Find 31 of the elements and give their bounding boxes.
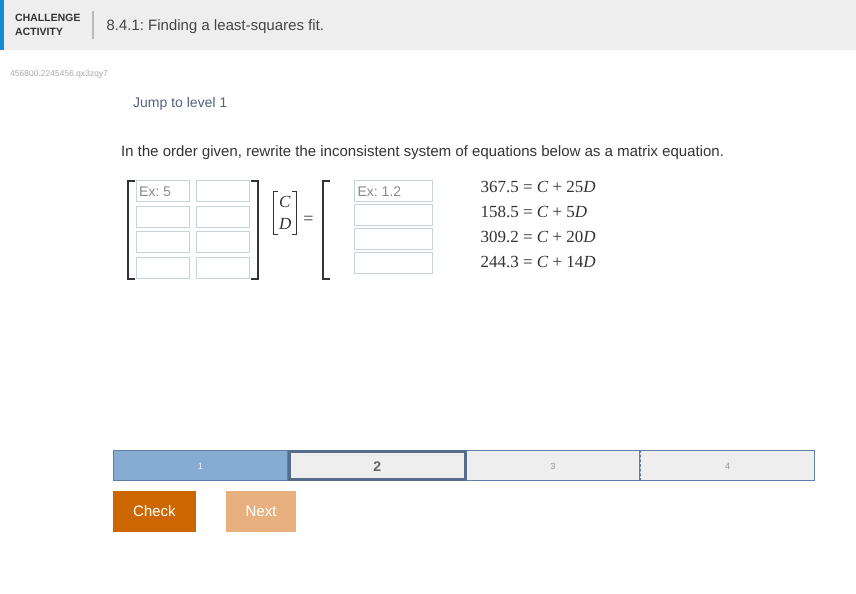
jump-to-level-link[interactable]: Jump to level 1 xyxy=(133,94,228,110)
vector-entry-field[interactable] xyxy=(354,204,434,226)
matrix-entry-field[interactable] xyxy=(136,206,190,228)
right-bracket xyxy=(292,191,298,235)
matrix-entry-field[interactable] xyxy=(136,256,190,278)
level-segment[interactable]: 1 xyxy=(113,450,288,481)
check-button[interactable]: Check xyxy=(113,491,196,532)
equation: 309.2 = C + 20D xyxy=(480,226,596,248)
instructions-text: In the order given, rewrite the inconsistent system of equations below as a matrix equation. xyxy=(121,143,725,160)
level-segment[interactable]: 2 xyxy=(288,450,466,481)
unknown-variable: C xyxy=(279,191,292,213)
matrix-entry-field[interactable] xyxy=(196,256,250,278)
equation: 367.5 = C + 25D xyxy=(480,176,596,198)
matrix-entry-field[interactable]: Ex: 5 xyxy=(136,180,190,202)
left-bracket xyxy=(273,191,278,235)
matrix-entry-field[interactable] xyxy=(196,206,250,228)
vector-entry-field[interactable] xyxy=(354,252,434,274)
activity-title: 8.4.1: Finding a least-squares fit. xyxy=(105,16,324,34)
equation: 158.5 = C + 5D xyxy=(480,201,588,223)
vector-entry-field[interactable]: Ex: 1.2 xyxy=(354,180,434,202)
equals-sign: = xyxy=(303,208,314,229)
challenge-activity-badge: CHALLENGE ACTIVITY xyxy=(4,11,94,39)
vector-entry-field[interactable] xyxy=(354,228,434,250)
matrix-entry-field[interactable] xyxy=(196,180,250,202)
unknown-variable: D xyxy=(279,213,292,235)
equation: 244.3 = C + 14D xyxy=(480,251,596,273)
activity-id: 456800.2245456.qx3zqy7 xyxy=(10,68,109,78)
level-segment[interactable]: 4 xyxy=(640,450,815,481)
level-segment[interactable]: 3 xyxy=(466,450,640,481)
matrix-entry-field[interactable] xyxy=(196,231,250,253)
matrix-entry-field[interactable] xyxy=(136,231,190,253)
